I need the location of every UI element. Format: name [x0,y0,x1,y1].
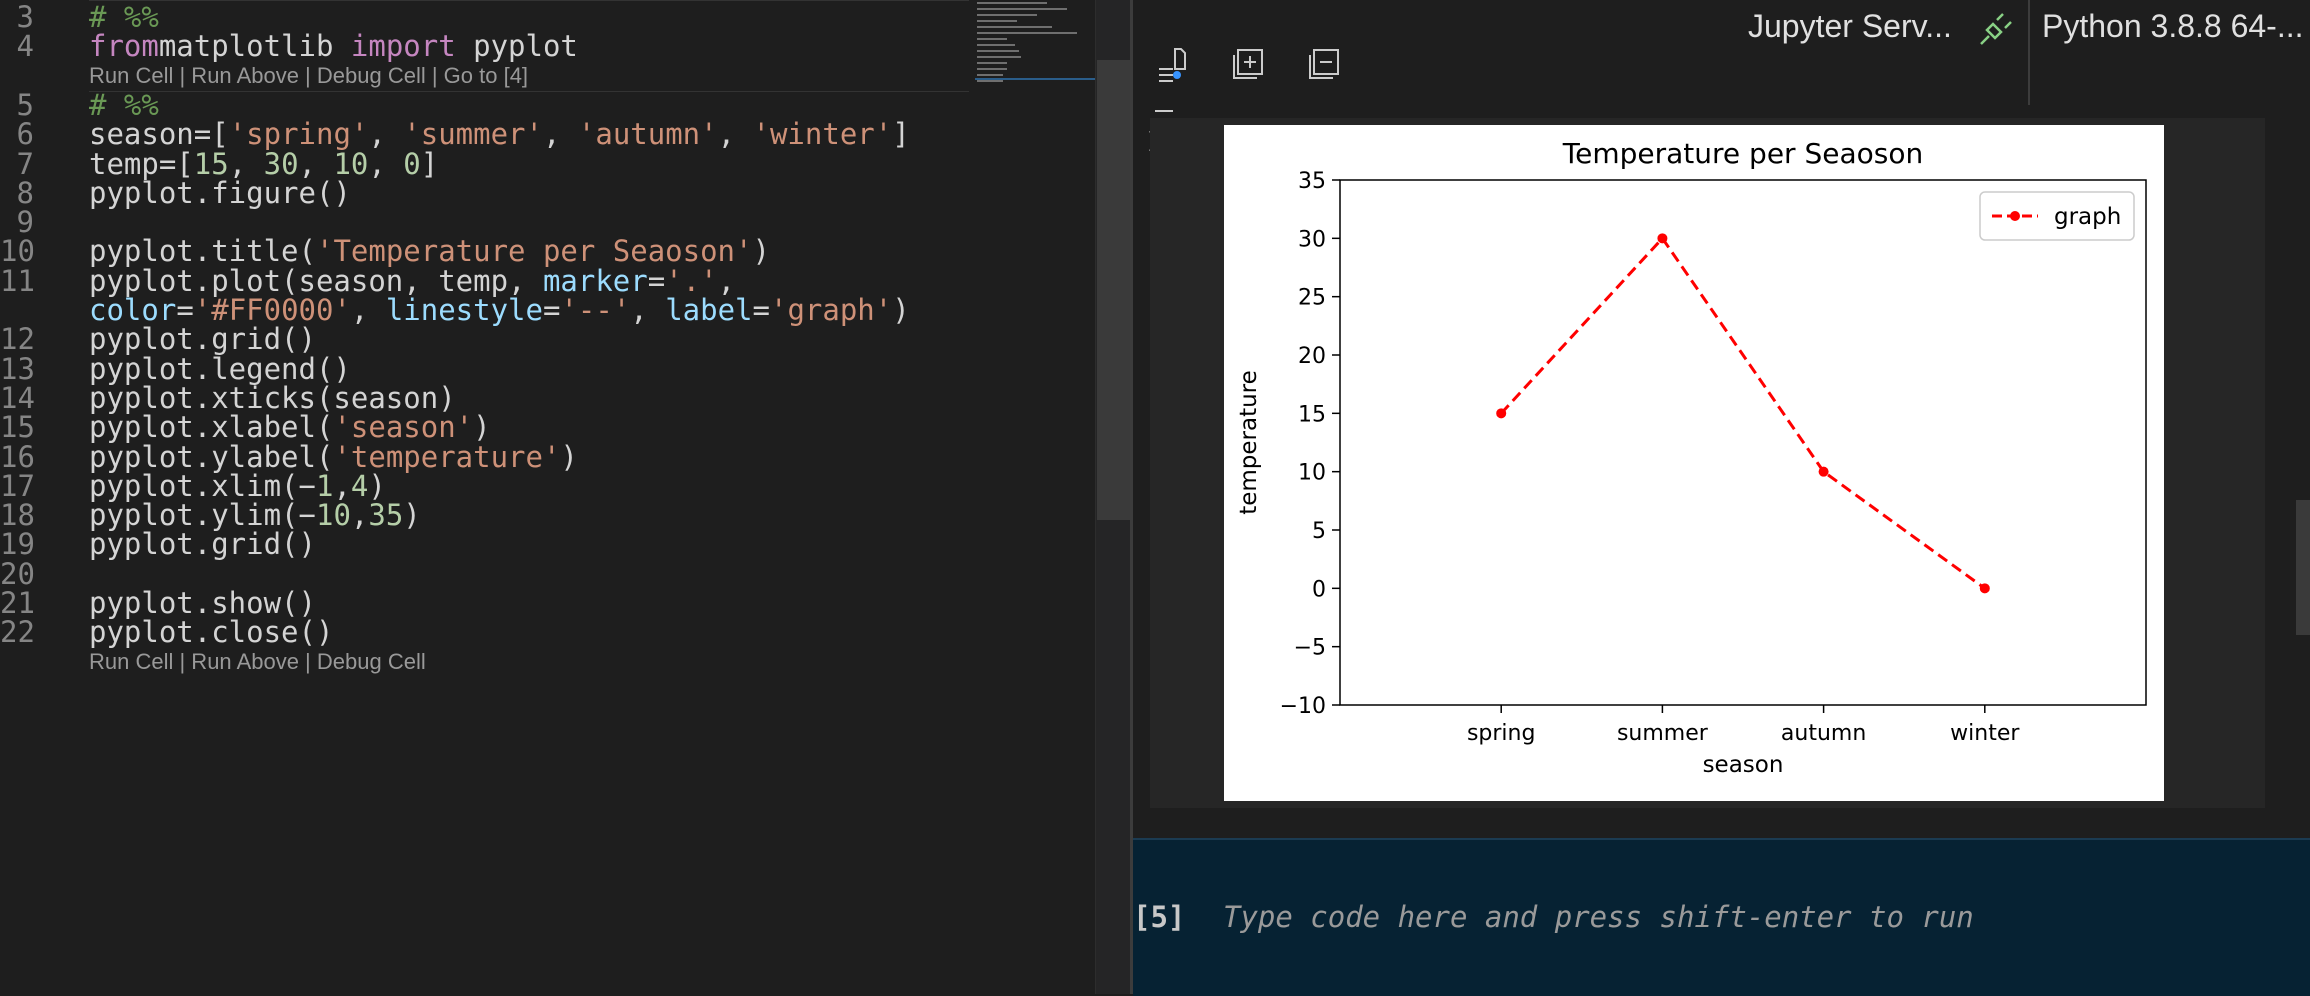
line-number: 22 [0,615,35,650]
code-token: pyplot [455,29,578,64]
interactive-scroll-thumb[interactable] [2296,500,2310,635]
line-chart: Temperature per Seaoson −10 −5 0 5 10 15 20 25 30… [1236,137,2147,778]
codelens-bottom[interactable]: Run Cell | Run Above | Debug Cell [89,649,426,675]
x-axis-label: season [1703,752,1784,778]
y-tick-label: 30 [1298,227,1326,252]
codelens-top[interactable]: Run Cell | Run Above | Debug Cell | Go t… [89,63,528,89]
legend-label: graph [2054,204,2121,230]
code-token: 35 [368,498,404,533]
input-cell[interactable]: [5] Type code here and press shift-enter… [1133,838,2310,996]
y-tick-label: 35 [1298,169,1326,194]
jupyter-server-status[interactable]: Jupyter Serv... [1748,8,1952,45]
code-token: , [368,146,404,181]
code-token: , [542,117,578,152]
code-token: ] [420,146,439,181]
code-token: , [717,117,753,152]
minimap[interactable] [975,0,1095,994]
x-tick-label: spring [1467,721,1536,746]
line-number: 4 [16,29,34,64]
code-token: label [665,293,753,327]
code-token: ) [560,439,578,474]
expand-all-icon[interactable] [1230,47,1266,91]
code-token: import [350,29,456,64]
minimap-preview [975,2,1095,82]
data-point [1496,408,1507,419]
chart-title: Temperature per Seaoson [1562,137,1923,170]
code-token: linestyle [385,293,543,327]
legend-marker [2010,211,2020,221]
code-token: from [89,29,159,64]
line-number: 11 [0,263,35,298]
code-token: '--' [560,293,631,327]
code-token: , [630,293,666,327]
plot-area [1339,179,2147,706]
cell-separator [89,90,969,92]
plug-connected-icon[interactable] [1977,12,2013,56]
code-token: 0 [403,146,421,181]
code-token: ) [403,498,421,533]
y-tick-label: 20 [1298,344,1326,369]
collapse-all-glyph [1309,49,1339,79]
y-tick-label: 10 [1298,461,1326,486]
code-token: pyplot.close() [89,615,334,650]
code-token: ] [892,117,910,152]
data-point [1979,583,1990,594]
editor-scroll-thumb[interactable] [1097,60,1130,520]
code-token: 10 [315,498,351,533]
code-token: 'autumn' [577,117,718,152]
code-editor[interactable]: 3 # %% 4 frommatplotlib import pyplot Run Ce… [0,0,1095,994]
code-line[interactable]: pyplot.grid() [89,527,316,561]
variables-icon[interactable] [1155,45,1195,93]
kernel-picker[interactable]: Python 3.8.8 64-... [2042,8,2304,45]
code-token: = [542,293,561,327]
code-token: matplotlib [158,29,351,64]
code-token: , [350,293,386,327]
toolbar-separator [2028,0,2030,105]
x-tick-label: autumn [1781,721,1866,746]
expand-all-glyph [1233,49,1263,79]
y-tick-label: 5 [1312,519,1326,544]
y-tick-label: 0 [1312,577,1326,602]
variables-icon-glyph [1159,48,1186,82]
code-line[interactable]: frommatplotlib import pyplot [89,29,578,63]
data-point [1657,233,1668,244]
y-tick-label: −10 [1280,694,1326,719]
y-tick-label: 15 [1298,402,1326,427]
cell-separator-top [89,0,969,1]
plot-output: Temperature per Seaoson −10 −5 0 5 10 15 20 25 30… [1224,125,2164,801]
series-line-graph [1500,235,1986,590]
code-token: ) [892,293,910,327]
code-token: 'graph' [770,293,893,327]
code-line[interactable]: pyplot.close() [89,615,333,649]
y-tick-label: 25 [1298,286,1326,311]
code-token: = [752,293,770,327]
code-token: pyplot.grid() [89,527,316,562]
data-point [1818,466,1829,477]
plug-connected-glyph [1980,13,2012,45]
collapse-all-icon[interactable] [1306,47,1342,91]
code-token: ) [752,234,770,269]
x-tick-label: summer [1617,721,1709,746]
y-axis-label: temperature [1236,370,1262,515]
code-input-placeholder[interactable]: Type code here and press shift-enter to … [1223,900,1974,934]
output-collapse-bar[interactable] [1155,110,1173,112]
code-line[interactable]: pyplot.figure() [89,176,351,210]
code-token: 'winter' [752,117,893,152]
input-prompt: [5] [1133,900,1186,934]
y-tick-label: −5 [1294,636,1326,661]
code-token: pyplot.figure() [89,175,351,210]
code-token: , [350,498,369,533]
x-tick-label: winter [1950,721,2020,746]
